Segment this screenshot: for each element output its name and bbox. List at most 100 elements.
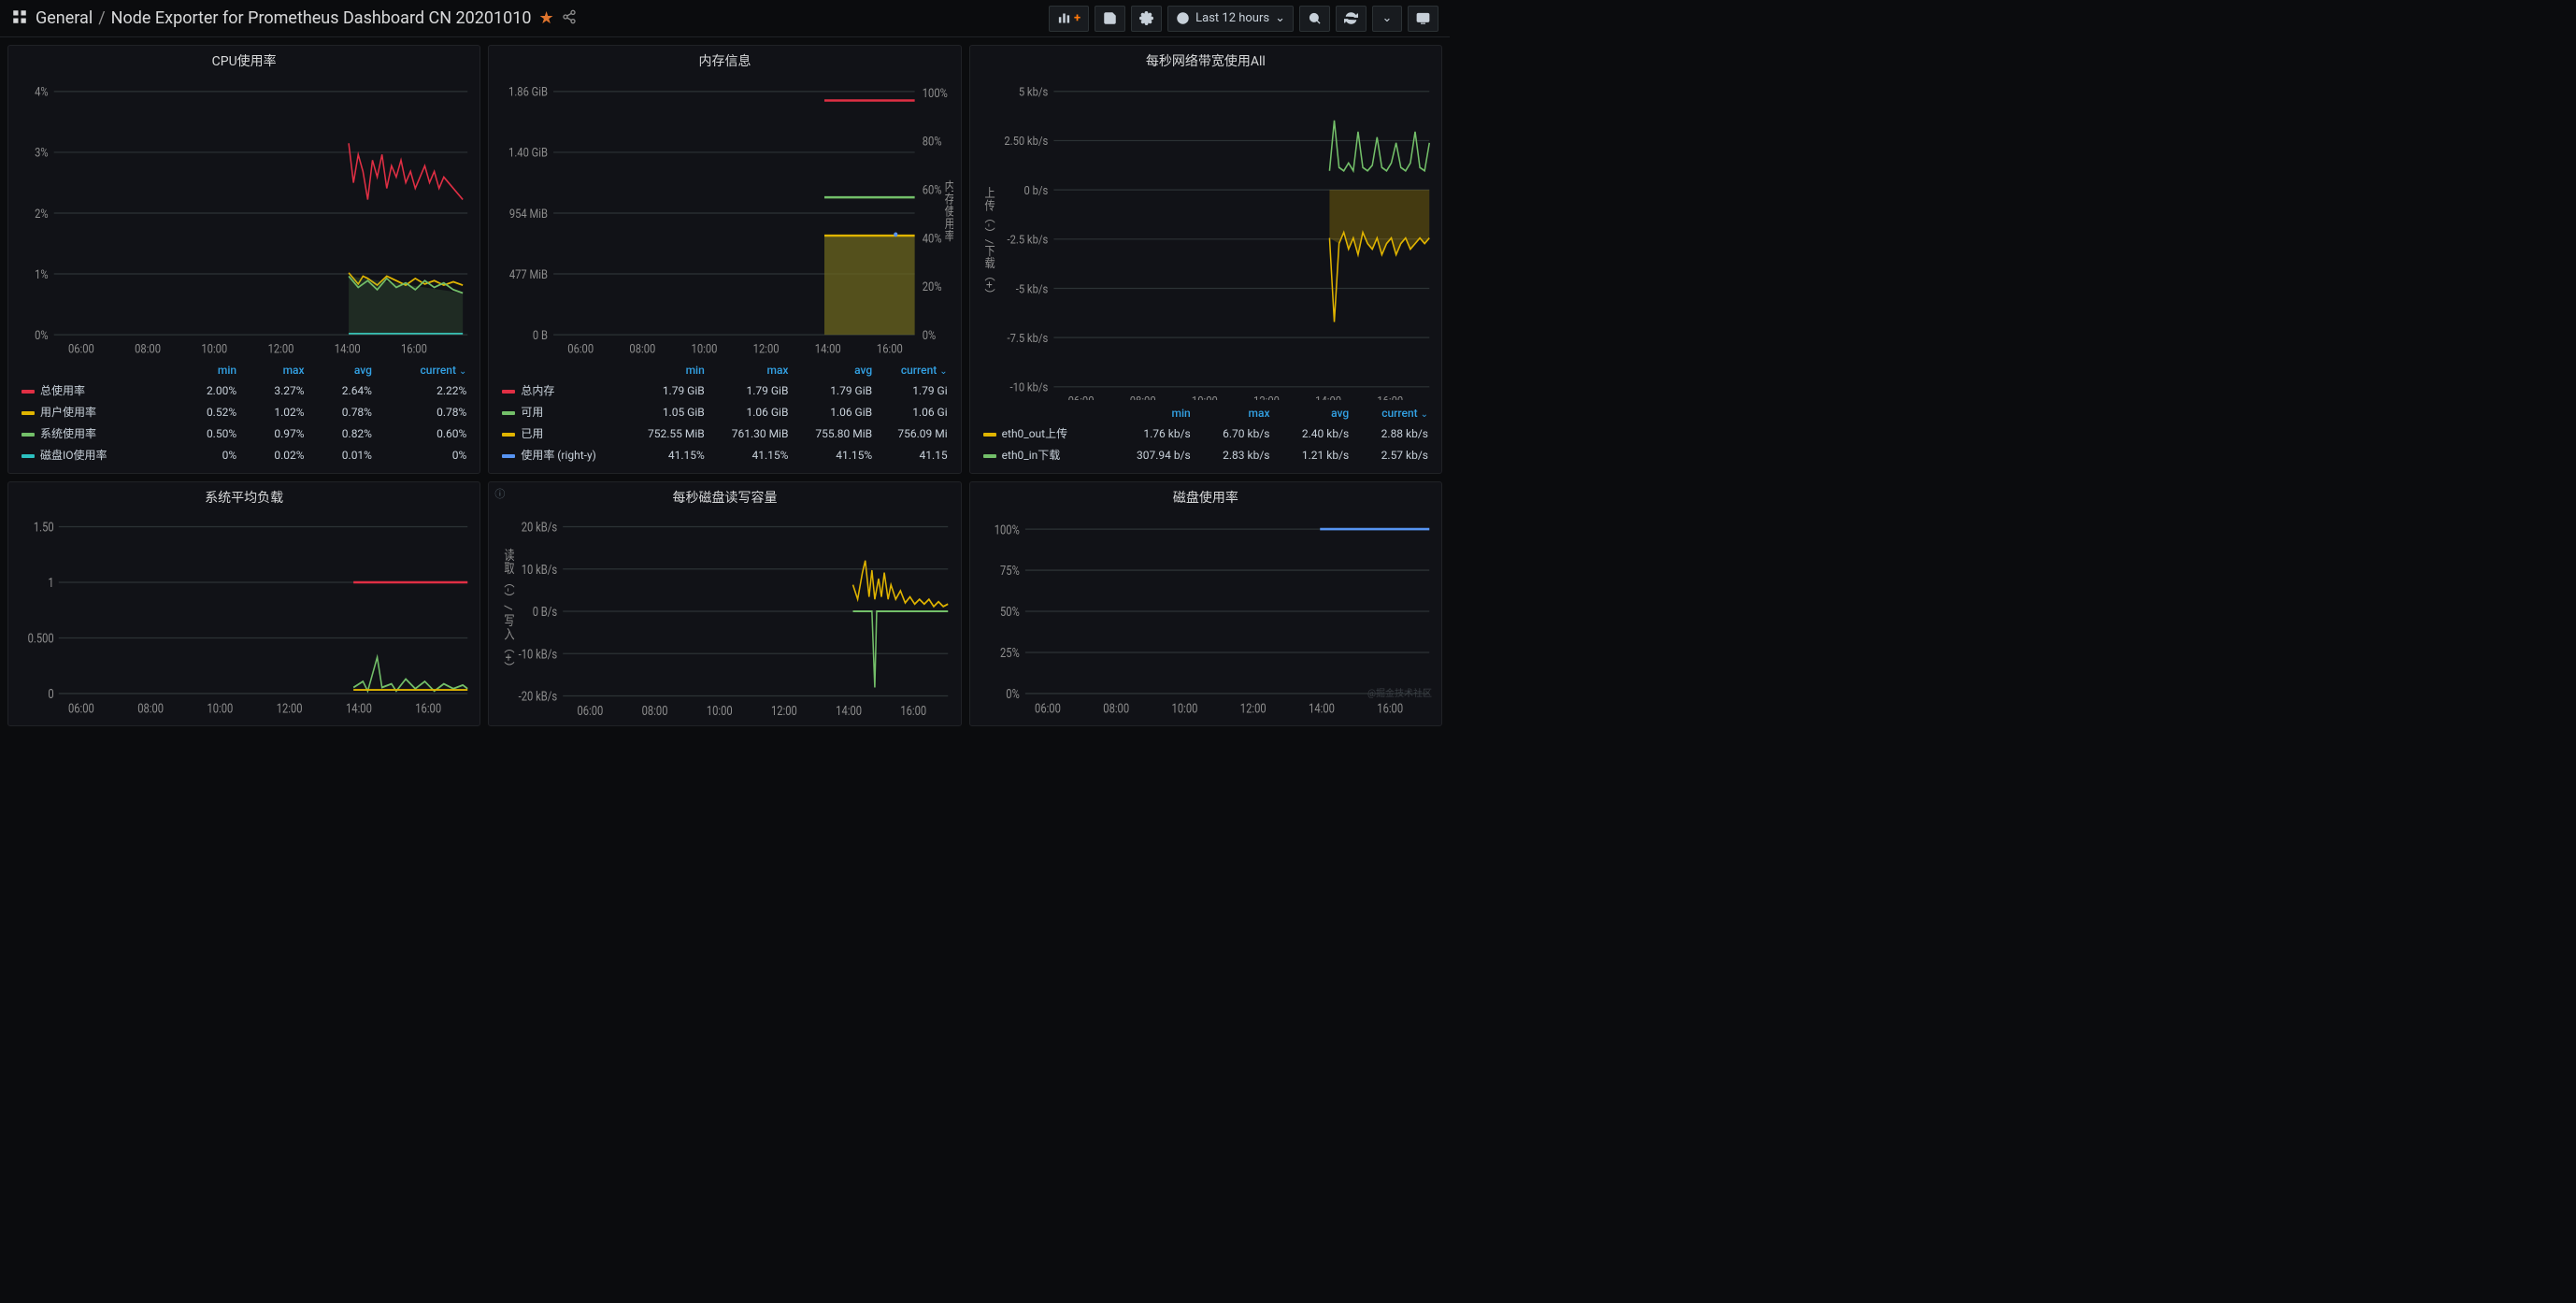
breadcrumb-title[interactable]: Node Exporter for Prometheus Dashboard C…	[111, 8, 532, 28]
refresh-interval-dropdown[interactable]: ⌄	[1372, 6, 1402, 32]
legend-row[interactable]: 系统使用率0.50%0.97%0.82%0.60%	[16, 422, 472, 444]
svg-text:14:00: 14:00	[815, 341, 841, 355]
svg-text:12:00: 12:00	[268, 341, 294, 355]
svg-text:16:00: 16:00	[901, 704, 927, 718]
svg-text:3%: 3%	[35, 146, 48, 160]
chevron-down-icon: ⌄	[1382, 11, 1393, 25]
svg-text:10 kB/s: 10 kB/s	[522, 563, 557, 579]
zoom-out-button[interactable]	[1299, 6, 1330, 32]
svg-text:12:00: 12:00	[277, 702, 303, 718]
chevron-down-icon: ⌄	[1275, 11, 1285, 25]
legend-row[interactable]: eth0_in下载307.94 b/s2.83 kb/s1.21 kb/s2.5…	[978, 444, 1434, 465]
panel-grid: CPU使用率 0% 1% 2% 3% 4% 06:00	[0, 37, 1450, 734]
legend-row[interactable]: 磁盘IO使用率0%0.02%0.01%0%	[16, 444, 472, 465]
chevron-down-icon: ⌄	[459, 366, 466, 377]
svg-text:12:00: 12:00	[771, 704, 797, 718]
legend-row[interactable]: 用户使用率0.52%1.02%0.78%0.78%	[16, 401, 472, 422]
svg-text:100%: 100%	[994, 523, 1019, 538]
chart-cpu[interactable]: 0% 1% 2% 3% 4% 06:00 08:00 10:00 12:00 1…	[16, 76, 472, 357]
svg-text:0 b/s: 0 b/s	[1023, 183, 1048, 197]
star-icon[interactable]: ★	[538, 8, 553, 28]
svg-text:10:00: 10:00	[1171, 702, 1197, 718]
panel-disk-io[interactable]: ⓘ 每秒磁盘读写容量 20 kB/s 10 kB/s 0 B/s -10 kB/…	[488, 481, 961, 726]
svg-text:5 kb/s: 5 kb/s	[1019, 85, 1048, 99]
panel-load[interactable]: 系统平均负载 0 0.500 1 1.50 06:00 08:00 10:00 …	[7, 481, 480, 726]
svg-text:0 B/s: 0 B/s	[533, 605, 557, 621]
svg-text:4%: 4%	[35, 85, 48, 99]
svg-text:14:00: 14:00	[346, 702, 372, 718]
chart-network[interactable]: 5 kb/s 2.50 kb/s 0 b/s -2.5 kb/s -5 kb/s…	[978, 76, 1434, 400]
add-panel-button[interactable]: +	[1049, 6, 1089, 32]
settings-button[interactable]	[1131, 6, 1162, 32]
svg-text:1.50: 1.50	[34, 521, 54, 537]
svg-text:10:00: 10:00	[692, 341, 718, 355]
watermark: @掘金技术社区	[1367, 685, 1432, 699]
svg-text:60%: 60%	[923, 183, 942, 197]
info-icon[interactable]: ⓘ	[494, 486, 505, 501]
legend-row[interactable]: 总使用率2.00%3.27%2.64%2.22%	[16, 379, 472, 401]
svg-text:内存使用率: 内存使用率	[943, 179, 952, 241]
svg-text:25%: 25%	[1000, 646, 1020, 662]
svg-text:2%: 2%	[35, 207, 48, 221]
svg-text:10:00: 10:00	[707, 704, 733, 718]
legend-header-min[interactable]: min	[175, 361, 242, 379]
panel-memory[interactable]: 内存信息 0 B 477 MiB 954 MiB 1.40 GiB 1.86 G…	[488, 45, 961, 474]
svg-text:12:00: 12:00	[1253, 394, 1280, 400]
svg-text:477 MiB: 477 MiB	[509, 267, 548, 281]
svg-text:16:00: 16:00	[415, 702, 441, 718]
panel-title: CPU使用率	[8, 46, 479, 72]
svg-text:-10 kb/s: -10 kb/s	[1009, 380, 1048, 394]
svg-text:20 kB/s: 20 kB/s	[522, 521, 557, 537]
chart-load[interactable]: 0 0.500 1 1.50 06:00 08:00 10:00 12:00 1…	[16, 512, 472, 718]
svg-text:2.50 kb/s: 2.50 kb/s	[1004, 134, 1048, 148]
legend-header-max[interactable]: max	[242, 361, 309, 379]
breadcrumb: General / Node Exporter for Prometheus D…	[36, 8, 531, 28]
svg-text:读取（-）/ 写入（+）: 读取（-）/ 写入（+）	[502, 549, 514, 675]
save-button[interactable]	[1095, 6, 1125, 32]
svg-text:1%: 1%	[35, 267, 48, 281]
svg-text:10:00: 10:00	[201, 341, 227, 355]
svg-text:08:00: 08:00	[137, 702, 164, 718]
time-range-picker[interactable]: Last 12 hours ⌄	[1167, 6, 1294, 32]
svg-text:50%: 50%	[1000, 605, 1020, 621]
svg-text:0%: 0%	[35, 328, 48, 342]
legend-row[interactable]: 可用1.05 GiB1.06 GiB1.06 GiB1.06 Gi	[496, 401, 952, 422]
breadcrumb-folder[interactable]: General	[36, 8, 93, 28]
svg-text:08:00: 08:00	[630, 341, 656, 355]
svg-text:0 B: 0 B	[533, 328, 548, 342]
legend-header-avg[interactable]: avg	[310, 361, 378, 379]
panel-disk-usage[interactable]: 磁盘使用率 0% 25% 50% 75% 100% 06:00 08:00 10…	[969, 481, 1442, 726]
svg-text:14:00: 14:00	[1315, 394, 1341, 400]
legend-row[interactable]: 总内存1.79 GiB1.79 GiB1.79 GiB1.79 Gi	[496, 379, 952, 401]
svg-text:75%: 75%	[1000, 564, 1020, 580]
svg-text:0%: 0%	[923, 328, 936, 342]
panel-cpu[interactable]: CPU使用率 0% 1% 2% 3% 4% 06:00	[7, 45, 480, 474]
svg-text:0: 0	[48, 687, 53, 703]
chart-disk-usage[interactable]: 0% 25% 50% 75% 100% 06:00 08:00 10:00 12…	[978, 512, 1434, 718]
chart-memory[interactable]: 0 B 477 MiB 954 MiB 1.40 GiB 1.86 GiB 0%…	[496, 76, 952, 357]
svg-text:20%: 20%	[923, 279, 942, 294]
share-icon[interactable]	[562, 9, 577, 28]
svg-text:100%: 100%	[923, 86, 948, 100]
svg-text:0.500: 0.500	[28, 632, 54, 648]
panel-title: 每秒网络带宽使用All	[970, 46, 1441, 72]
svg-text:06:00: 06:00	[1067, 394, 1094, 400]
svg-text:0%: 0%	[1006, 687, 1019, 703]
legend-cpu: min max avg current ⌄ 总使用率2.00%3.27%2.64…	[16, 361, 472, 465]
legend-row[interactable]: 使用率 (right-y)41.15%41.15%41.15%41.15	[496, 444, 952, 465]
svg-text:1.86 GiB: 1.86 GiB	[508, 85, 548, 99]
legend-row[interactable]: eth0_out上传1.76 kb/s6.70 kb/s2.40 kb/s2.8…	[978, 422, 1434, 444]
chart-disk-io[interactable]: 20 kB/s 10 kB/s 0 B/s -10 kB/s -20 kB/s …	[496, 512, 952, 718]
svg-text:-7.5 kb/s: -7.5 kb/s	[1007, 331, 1048, 345]
tv-mode-button[interactable]	[1408, 6, 1438, 32]
svg-text:08:00: 08:00	[1129, 394, 1155, 400]
panel-network[interactable]: 每秒网络带宽使用All 5 kb/s 2.50 kb/s 0 b/s	[969, 45, 1442, 474]
legend-header-current[interactable]: current ⌄	[378, 361, 472, 379]
dashboard-grid-icon[interactable]	[11, 8, 28, 29]
legend-row[interactable]: 已用752.55 MiB761.30 MiB755.80 MiB756.09 M…	[496, 422, 952, 444]
svg-text:10:00: 10:00	[207, 702, 233, 718]
svg-text:12:00: 12:00	[1239, 702, 1266, 718]
svg-text:12:00: 12:00	[753, 341, 780, 355]
svg-text:-20 kB/s: -20 kB/s	[519, 690, 557, 706]
refresh-button[interactable]	[1336, 6, 1367, 32]
